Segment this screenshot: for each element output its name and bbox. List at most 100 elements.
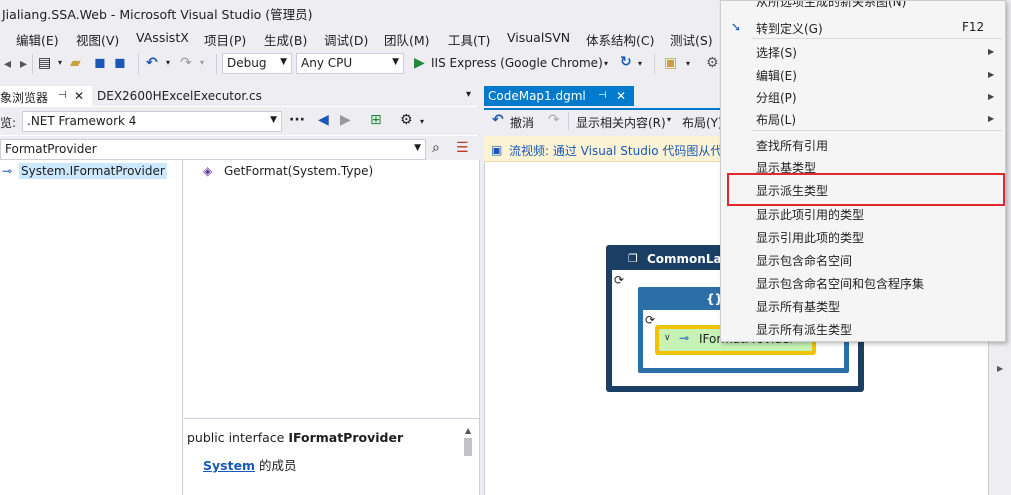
submenu-arrow-icon: ▶ (988, 47, 995, 56)
namespace-link[interactable]: System (203, 458, 255, 473)
undo-icon[interactable]: ↶ (492, 112, 504, 128)
save-all-icon[interactable]: ◼ (114, 55, 126, 71)
scroll-right-icon[interactable]: ▶ (997, 364, 1003, 373)
layout-button[interactable]: 布局(Y) (682, 114, 723, 131)
menu-architecture[interactable]: 体系结构(C) (586, 30, 654, 49)
open-folder-icon[interactable]: ▰ (70, 55, 81, 71)
run-target-dropdown-icon[interactable]: ▾ (604, 56, 608, 72)
chevron-down-icon: ▼ (414, 143, 421, 153)
refresh-icon[interactable]: ⟳ (645, 313, 655, 327)
scroll-up-icon[interactable]: ▲ (465, 426, 471, 435)
clear-search-icon[interactable]: ☰ (456, 140, 469, 156)
type-list-item[interactable]: System.IFormatProvider (19, 163, 167, 179)
menu-test[interactable]: 测试(S) (670, 30, 713, 49)
run-target-label[interactable]: IIS Express (Google Chrome) (431, 56, 603, 70)
ctx-show-all-derived-types[interactable]: 显示所有派生类型 (756, 321, 852, 338)
show-related-button[interactable]: 显示相关内容(R) (576, 114, 666, 131)
menu-separator (752, 130, 1002, 131)
settings-gear-icon[interactable]: ⚙ (400, 112, 413, 128)
ctx-find-all-references[interactable]: 查找所有引用 (756, 137, 828, 154)
collapse-icon[interactable]: ∨ (664, 333, 671, 343)
save-icon[interactable]: ◼ (94, 55, 106, 71)
close-icon[interactable]: ✕ (74, 89, 84, 103)
menu-team[interactable]: 团队(M) (384, 30, 430, 49)
pin-icon[interactable]: ⊣ (598, 90, 607, 101)
desc-signature-prefix: public interface (187, 430, 289, 445)
menu-tools[interactable]: 工具(T) (448, 30, 490, 49)
search-value: FormatProvider (5, 142, 97, 156)
browse-scope-select[interactable]: .NET Framework 4 ▼ (22, 111, 282, 132)
pin-icon[interactable]: ⊣ (58, 90, 67, 101)
search-input[interactable]: FormatProvider ▼ (0, 139, 426, 160)
find-dropdown-icon[interactable]: ▾ (686, 56, 690, 72)
type-name: IFormatProvider (69, 164, 165, 178)
tab-dex2600[interactable]: DEX2600HExcelExecutor.cs (97, 89, 262, 103)
submenu-arrow-icon: ▶ (988, 92, 995, 101)
menu-item-partial[interactable]: 从所选项生成的新关系图(N) (721, 1, 1005, 9)
menu-visualsvn[interactable]: VisualSVN (507, 30, 570, 45)
settings-dropdown-icon[interactable]: ▾ (420, 114, 424, 130)
ctx-show-referenced-types[interactable]: 显示此项引用的类型 (756, 206, 864, 223)
desc-scrollbar[interactable] (464, 438, 472, 456)
undo-button[interactable]: 撤消 (510, 114, 534, 131)
ctx-show-namespace-and-assembly[interactable]: 显示包含命名空间和包含程序集 (756, 275, 924, 292)
tab-object-browser-label: 象浏览器 (0, 91, 49, 105)
menu-project[interactable]: 项目(P) (204, 30, 246, 49)
desc-signature-name: IFormatProvider (288, 430, 404, 445)
config-value: Debug (227, 56, 267, 70)
redo-icon[interactable]: ↷ (180, 55, 192, 71)
ctx-group[interactable]: 分组(P) (756, 89, 797, 106)
menu-debug[interactable]: 调试(D) (324, 30, 368, 49)
ctx-show-referencing-types[interactable]: 显示引用此项的类型 (756, 229, 864, 246)
config-select[interactable]: Debug ▼ (222, 53, 292, 74)
toolbar-separator (216, 54, 217, 74)
find-in-files-icon[interactable]: ▣ (664, 55, 677, 71)
toolbar-separator (568, 112, 569, 130)
dropdown-arrow-icon[interactable]: ▾ (58, 55, 62, 71)
ctx-goto-definition[interactable]: 转到定义(G) (756, 20, 823, 37)
toolbar-misc-icon[interactable]: ⚙ (706, 55, 719, 71)
member-list-item[interactable]: GetFormat(System.Type) (224, 164, 373, 178)
platform-select[interactable]: Any CPU ▼ (296, 53, 404, 74)
undo-icon[interactable]: ↶ (146, 55, 158, 71)
browse-label: 览: (0, 116, 17, 130)
chevron-down-icon[interactable]: ▾ (667, 115, 671, 124)
ctx-layout[interactable]: 布局(L) (756, 111, 796, 128)
menu-vassistx[interactable]: VAssistX (136, 30, 189, 45)
new-diagram-item: 从所选项生成的新关系图(N) (756, 1, 907, 9)
add-reference-icon[interactable]: ⊞ (370, 112, 382, 128)
menu-build[interactable]: 生成(B) (264, 30, 307, 49)
redo-dropdown-icon[interactable]: ▾ (200, 55, 204, 71)
start-debug-icon[interactable]: ▶ (414, 55, 425, 71)
more-icon[interactable]: ··· (289, 112, 305, 128)
interface-icon: ⊸ (2, 164, 13, 178)
search-icon[interactable]: ⌕ (432, 140, 440, 156)
refresh-dropdown-icon[interactable]: ▾ (638, 56, 642, 72)
new-project-icon[interactable]: ▤ (38, 55, 51, 71)
type-namespace: System. (21, 164, 70, 178)
menu-view[interactable]: 视图(V) (76, 30, 119, 49)
nav-forward-icon[interactable]: ▶ (340, 112, 351, 128)
close-icon[interactable]: ✕ (616, 89, 626, 103)
nav-back-icon[interactable]: ◀ (318, 112, 329, 128)
video-icon: ▣ (491, 143, 503, 157)
menu-edit[interactable]: 编辑(E) (16, 30, 59, 49)
ctx-edit[interactable]: 编辑(E) (756, 67, 797, 84)
menu-separator (752, 38, 1002, 39)
ctx-select[interactable]: 选择(S) (756, 44, 797, 61)
goto-definition-icon: ➘ (731, 20, 742, 34)
ctx-show-all-base-types[interactable]: 显示所有基类型 (756, 298, 840, 315)
redo-icon[interactable]: ↷ (548, 112, 560, 128)
platform-value: Any CPU (301, 56, 353, 70)
undo-dropdown-icon[interactable]: ▾ (166, 55, 170, 71)
toolbar-separator (654, 54, 655, 74)
back-icon[interactable]: ◂ (4, 56, 11, 72)
refresh-icon[interactable]: ⟳ (614, 273, 624, 287)
refresh-icon[interactable]: ↻ (620, 54, 632, 70)
desc-signature: public interface IFormatProvider (187, 430, 403, 445)
forward-icon[interactable]: ▸ (20, 56, 27, 72)
tab-overflow-icon[interactable]: ▾ (466, 89, 471, 100)
toolbar-separator (32, 54, 33, 74)
ctx-show-containing-namespace[interactable]: 显示包含命名空间 (756, 252, 852, 269)
info-bar-link[interactable]: 流视频: 通过 Visual Studio 代码图从代 (509, 142, 722, 159)
